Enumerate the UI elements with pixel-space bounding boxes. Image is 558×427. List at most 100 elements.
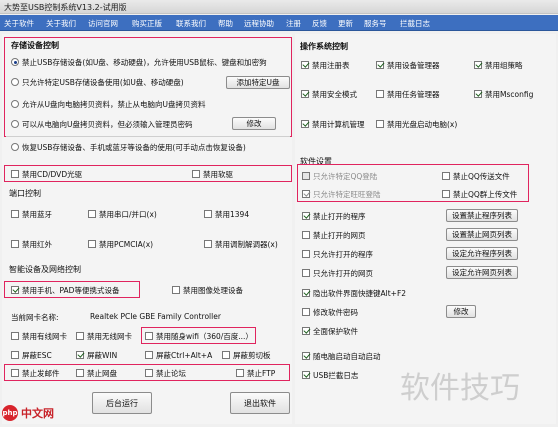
disable-infrared-checkbox[interactable]: 禁用红外: [11, 238, 52, 250]
checkbox[interactable]: [302, 327, 310, 335]
checkbox[interactable]: [11, 170, 19, 178]
checkbox[interactable]: [302, 190, 310, 198]
checkbox[interactable]: [76, 369, 84, 377]
checkbox[interactable]: [442, 190, 450, 198]
storage-option-usb-to-pc[interactable]: 允许从U盘向电脑拷贝资料，禁止从电脑向U盘拷贝资料: [11, 98, 205, 110]
disable-1394-checkbox[interactable]: 禁用1394: [204, 208, 249, 220]
disable-msconfig-checkbox[interactable]: 禁用Msconfig: [474, 88, 533, 100]
menu-feedback[interactable]: 反馈: [312, 18, 327, 29]
menu-update[interactable]: 更新: [338, 18, 353, 29]
disable-modem-checkbox[interactable]: 禁用调制解调器(x): [204, 238, 278, 250]
radio-button[interactable]: [11, 143, 19, 151]
disable-phone-pad-checkbox[interactable]: 禁用手机、PAD等便携式设备: [11, 284, 119, 296]
checkbox[interactable]: [302, 212, 310, 220]
change-password-button[interactable]: 修改: [446, 305, 476, 318]
storage-option-specific-usb[interactable]: 只允许特定USB存储设备使用(如U盘、移动硬盘): [11, 76, 184, 88]
menu-visit-site[interactable]: 访问官网: [88, 18, 118, 29]
checkbox[interactable]: [76, 351, 84, 359]
checkbox[interactable]: [376, 61, 384, 69]
checkbox[interactable]: [376, 120, 384, 128]
checkbox[interactable]: [302, 352, 310, 360]
menu-intercept-log[interactable]: 拦截日志: [400, 18, 430, 29]
disable-ftp-checkbox[interactable]: 禁止FTP: [236, 367, 275, 379]
checkbox[interactable]: [474, 61, 482, 69]
checkbox[interactable]: [302, 250, 310, 258]
blocked-sites-list-button[interactable]: 设置禁止网页列表: [446, 228, 518, 241]
allowed-sites-list-button[interactable]: 设定允许网页列表: [446, 266, 518, 279]
disable-wireless-nic-checkbox[interactable]: 禁用无线网卡: [76, 330, 132, 342]
add-specific-usb-button[interactable]: 添加特定U盘: [226, 76, 290, 89]
storage-option-block-usb[interactable]: 禁止USB存储设备(如U盘、移动硬盘)，允许使用USB鼠标、键盘和加密狗: [11, 56, 267, 68]
checkbox[interactable]: [302, 231, 310, 239]
disable-group-policy-checkbox[interactable]: 禁用组策略: [474, 59, 523, 71]
disable-pcmcia-checkbox[interactable]: 禁用PCMCIA(x): [88, 238, 153, 250]
disable-qq-file-checkbox[interactable]: 禁止QQ传送文件: [442, 170, 510, 182]
menu-about-us[interactable]: 关于我们: [46, 18, 76, 29]
checkbox[interactable]: [302, 172, 310, 180]
checkbox[interactable]: [474, 90, 482, 98]
checkbox[interactable]: [301, 120, 309, 128]
checkbox[interactable]: [301, 90, 309, 98]
only-specific-qq-checkbox[interactable]: 只允许特定QQ登陆: [302, 170, 377, 182]
radio-button[interactable]: [11, 78, 19, 86]
disable-cd-checkbox[interactable]: 禁用CD/DVD光驱: [11, 168, 82, 180]
menu-register[interactable]: 注册: [286, 18, 301, 29]
checkbox[interactable]: [192, 170, 200, 178]
disable-floppy-checkbox[interactable]: 禁用软驱: [192, 168, 233, 180]
checkbox[interactable]: [88, 240, 96, 248]
checkbox[interactable]: [376, 90, 384, 98]
menu-contact[interactable]: 联系我们: [176, 18, 206, 29]
radio-button[interactable]: [11, 120, 19, 128]
disable-safe-mode-checkbox[interactable]: 禁用安全模式: [301, 88, 357, 100]
checkbox[interactable]: [236, 369, 244, 377]
disable-wired-nic-checkbox[interactable]: 禁用有线网卡: [11, 330, 67, 342]
checkbox[interactable]: [302, 371, 310, 379]
disable-imaging-checkbox[interactable]: 禁用图像处理设备: [172, 284, 243, 296]
full-protection-checkbox[interactable]: 全面保护软件: [302, 325, 358, 337]
disable-email-checkbox[interactable]: 禁止发邮件: [11, 367, 60, 379]
checkbox[interactable]: [145, 369, 153, 377]
allowed-sites-checkbox[interactable]: 只允许打开的网页: [302, 267, 373, 279]
disable-netdisk-checkbox[interactable]: 禁止网盘: [76, 367, 117, 379]
blocked-programs-checkbox[interactable]: 禁止打开的程序: [302, 210, 366, 222]
checkbox[interactable]: [145, 332, 153, 340]
block-clipboard-checkbox[interactable]: 屏蔽剪切板: [222, 349, 271, 361]
hotkey-checkbox[interactable]: 隐出软件界面快捷键Alt+F2: [302, 287, 406, 299]
storage-option-restore[interactable]: 恢复USB存储设备、手机或蓝牙等设备的使用(可手动点击恢复设备): [11, 141, 246, 153]
checkbox[interactable]: [302, 289, 310, 297]
checkbox[interactable]: [76, 332, 84, 340]
disable-cd-boot-checkbox[interactable]: 禁用光盘启动电脑(x): [376, 118, 457, 130]
allowed-programs-list-button[interactable]: 设定允许程序列表: [446, 247, 518, 260]
checkbox[interactable]: [88, 210, 96, 218]
menu-buy[interactable]: 购买正版: [132, 18, 162, 29]
radio-button[interactable]: [11, 100, 19, 108]
menu-about-software[interactable]: 关于软件: [4, 18, 34, 29]
exit-software-button[interactable]: 退出软件: [230, 392, 290, 414]
menu-service[interactable]: 服务号: [364, 18, 387, 29]
disable-bluetooth-checkbox[interactable]: 禁用蓝牙: [11, 208, 52, 220]
allowed-programs-checkbox[interactable]: 只允许打开的程序: [302, 248, 373, 260]
block-esc-checkbox[interactable]: 屏蔽ESC: [11, 349, 52, 361]
checkbox[interactable]: [11, 369, 19, 377]
checkbox[interactable]: [11, 332, 19, 340]
checkbox[interactable]: [222, 351, 230, 359]
blocked-sites-checkbox[interactable]: 禁止打开的网页: [302, 229, 366, 241]
checkbox[interactable]: [11, 351, 19, 359]
checkbox[interactable]: [172, 286, 180, 294]
disable-registry-checkbox[interactable]: 禁用注册表: [301, 59, 350, 71]
block-ctrl-alt-a-checkbox[interactable]: 屏蔽Ctrl+Alt+A: [145, 349, 212, 361]
checkbox[interactable]: [302, 308, 310, 316]
checkbox[interactable]: [302, 269, 310, 277]
menu-help[interactable]: 帮助: [218, 18, 233, 29]
disable-computer-management-checkbox[interactable]: 禁用计算机管理: [301, 118, 365, 130]
autostart-checkbox[interactable]: 随电脑启动自动启动: [302, 350, 381, 362]
usb-log-checkbox[interactable]: USB拦截日志: [302, 369, 358, 381]
checkbox[interactable]: [442, 172, 450, 180]
checkbox[interactable]: [145, 351, 153, 359]
checkbox[interactable]: [11, 210, 19, 218]
checkbox[interactable]: [204, 210, 212, 218]
block-win-checkbox[interactable]: 屏蔽WIN: [76, 349, 117, 361]
run-background-button[interactable]: 后台运行: [92, 392, 152, 414]
menu-remote-assist[interactable]: 远程协助: [244, 18, 274, 29]
blocked-programs-list-button[interactable]: 设置禁止程序列表: [446, 209, 518, 222]
